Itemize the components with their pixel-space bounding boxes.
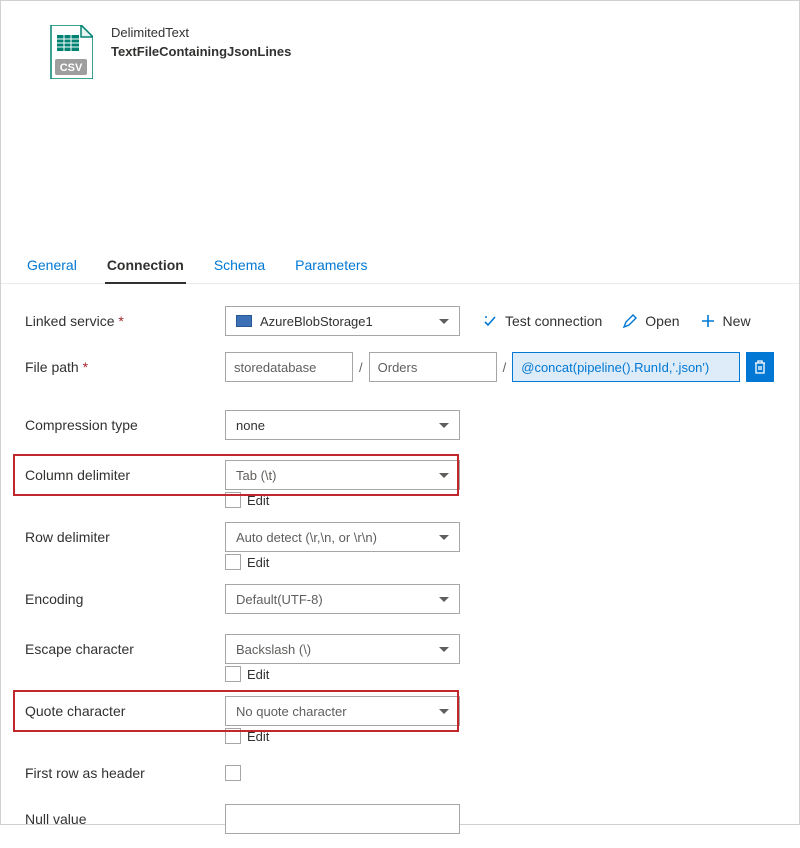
csv-file-icon: CSV (49, 25, 93, 79)
compression-type-select[interactable]: none (225, 410, 460, 440)
encoding-select[interactable]: Default(UTF-8) (225, 584, 460, 614)
linked-service-label: Linked service * (25, 313, 225, 329)
row-delimiter-edit-row: Edit (225, 554, 775, 570)
escape-character-edit-checkbox[interactable] (225, 666, 241, 682)
chevron-down-icon (439, 597, 449, 602)
column-delimiter-edit-checkbox[interactable] (225, 492, 241, 508)
file-path-label: File path * (25, 359, 225, 375)
row-delimiter-select[interactable]: Auto detect (\r,\n, or \r\n) (225, 522, 460, 552)
dataset-type-label: DelimitedText (111, 25, 291, 40)
quote-character-edit-checkbox[interactable] (225, 728, 241, 744)
chevron-down-icon (439, 319, 449, 324)
column-delimiter-label: Column delimiter (25, 467, 225, 483)
edit-label: Edit (247, 729, 269, 744)
row-first-row-header: First row as header (25, 758, 775, 788)
row-delimiter-label: Row delimiter (25, 529, 225, 545)
edit-label: Edit (247, 555, 269, 570)
chevron-down-icon (439, 709, 449, 714)
test-connection-button[interactable]: Test connection (482, 313, 602, 329)
svg-text:CSV: CSV (60, 62, 83, 74)
file-path-container-input[interactable] (225, 352, 353, 382)
column-delimiter-edit-row: Edit (225, 492, 775, 508)
file-path-directory-input[interactable] (369, 352, 497, 382)
escape-character-label: Escape character (25, 641, 225, 657)
row-quote-character: Quote character No quote character (25, 696, 775, 726)
quote-character-label: Quote character (25, 703, 225, 719)
trash-icon (753, 359, 767, 375)
escape-character-select[interactable]: Backslash (\) (225, 634, 460, 664)
path-separator: / (503, 360, 507, 375)
new-button[interactable]: New (700, 313, 751, 329)
tab-parameters[interactable]: Parameters (293, 249, 369, 283)
dataset-header: CSV DelimitedText TextFileContainingJson… (1, 1, 799, 89)
tab-general[interactable]: General (25, 249, 79, 283)
row-column-delimiter: Column delimiter Tab (\t) (25, 460, 775, 490)
quote-character-select[interactable]: No quote character (225, 696, 460, 726)
chevron-down-icon (439, 647, 449, 652)
tab-schema[interactable]: Schema (212, 249, 267, 283)
delete-expression-button[interactable] (746, 352, 774, 382)
first-row-header-checkbox[interactable] (225, 765, 241, 781)
encoding-label: Encoding (25, 591, 225, 607)
row-compression-type: Compression type none (25, 410, 775, 440)
path-separator: / (359, 360, 363, 375)
edit-label: Edit (247, 667, 269, 682)
open-button[interactable]: Open (622, 313, 679, 329)
column-delimiter-select[interactable]: Tab (\t) (225, 460, 460, 490)
test-connection-icon (482, 313, 498, 329)
compression-type-label: Compression type (25, 417, 225, 433)
chevron-down-icon (439, 423, 449, 428)
row-linked-service: Linked service * AzureBlobStorage1 Test … (25, 306, 775, 336)
pencil-icon (622, 313, 638, 329)
row-encoding: Encoding Default(UTF-8) (25, 584, 775, 614)
first-row-header-label: First row as header (25, 765, 225, 781)
chevron-down-icon (439, 473, 449, 478)
row-delimiter-edit-checkbox[interactable] (225, 554, 241, 570)
dataset-name: TextFileContainingJsonLines (111, 44, 291, 59)
row-null-value: Null value (25, 804, 775, 834)
tabs-bar: General Connection Schema Parameters (1, 249, 799, 284)
edit-label: Edit (247, 493, 269, 508)
null-value-input[interactable] (225, 804, 460, 834)
linked-service-select[interactable]: AzureBlobStorage1 (225, 306, 460, 336)
connection-form: Linked service * AzureBlobStorage1 Test … (1, 284, 799, 848)
chevron-down-icon (439, 535, 449, 540)
quote-character-edit-row: Edit (225, 728, 775, 744)
plus-icon (700, 313, 716, 329)
storage-icon (236, 315, 252, 327)
title-block: DelimitedText TextFileContainingJsonLine… (111, 25, 291, 59)
row-row-delimiter: Row delimiter Auto detect (\r,\n, or \r\… (25, 522, 775, 552)
tab-connection[interactable]: Connection (105, 249, 186, 283)
row-file-path: File path * / / (25, 352, 775, 382)
escape-character-edit-row: Edit (225, 666, 775, 682)
file-path-filename-expression[interactable] (512, 352, 740, 382)
row-escape-character: Escape character Backslash (\) (25, 634, 775, 664)
